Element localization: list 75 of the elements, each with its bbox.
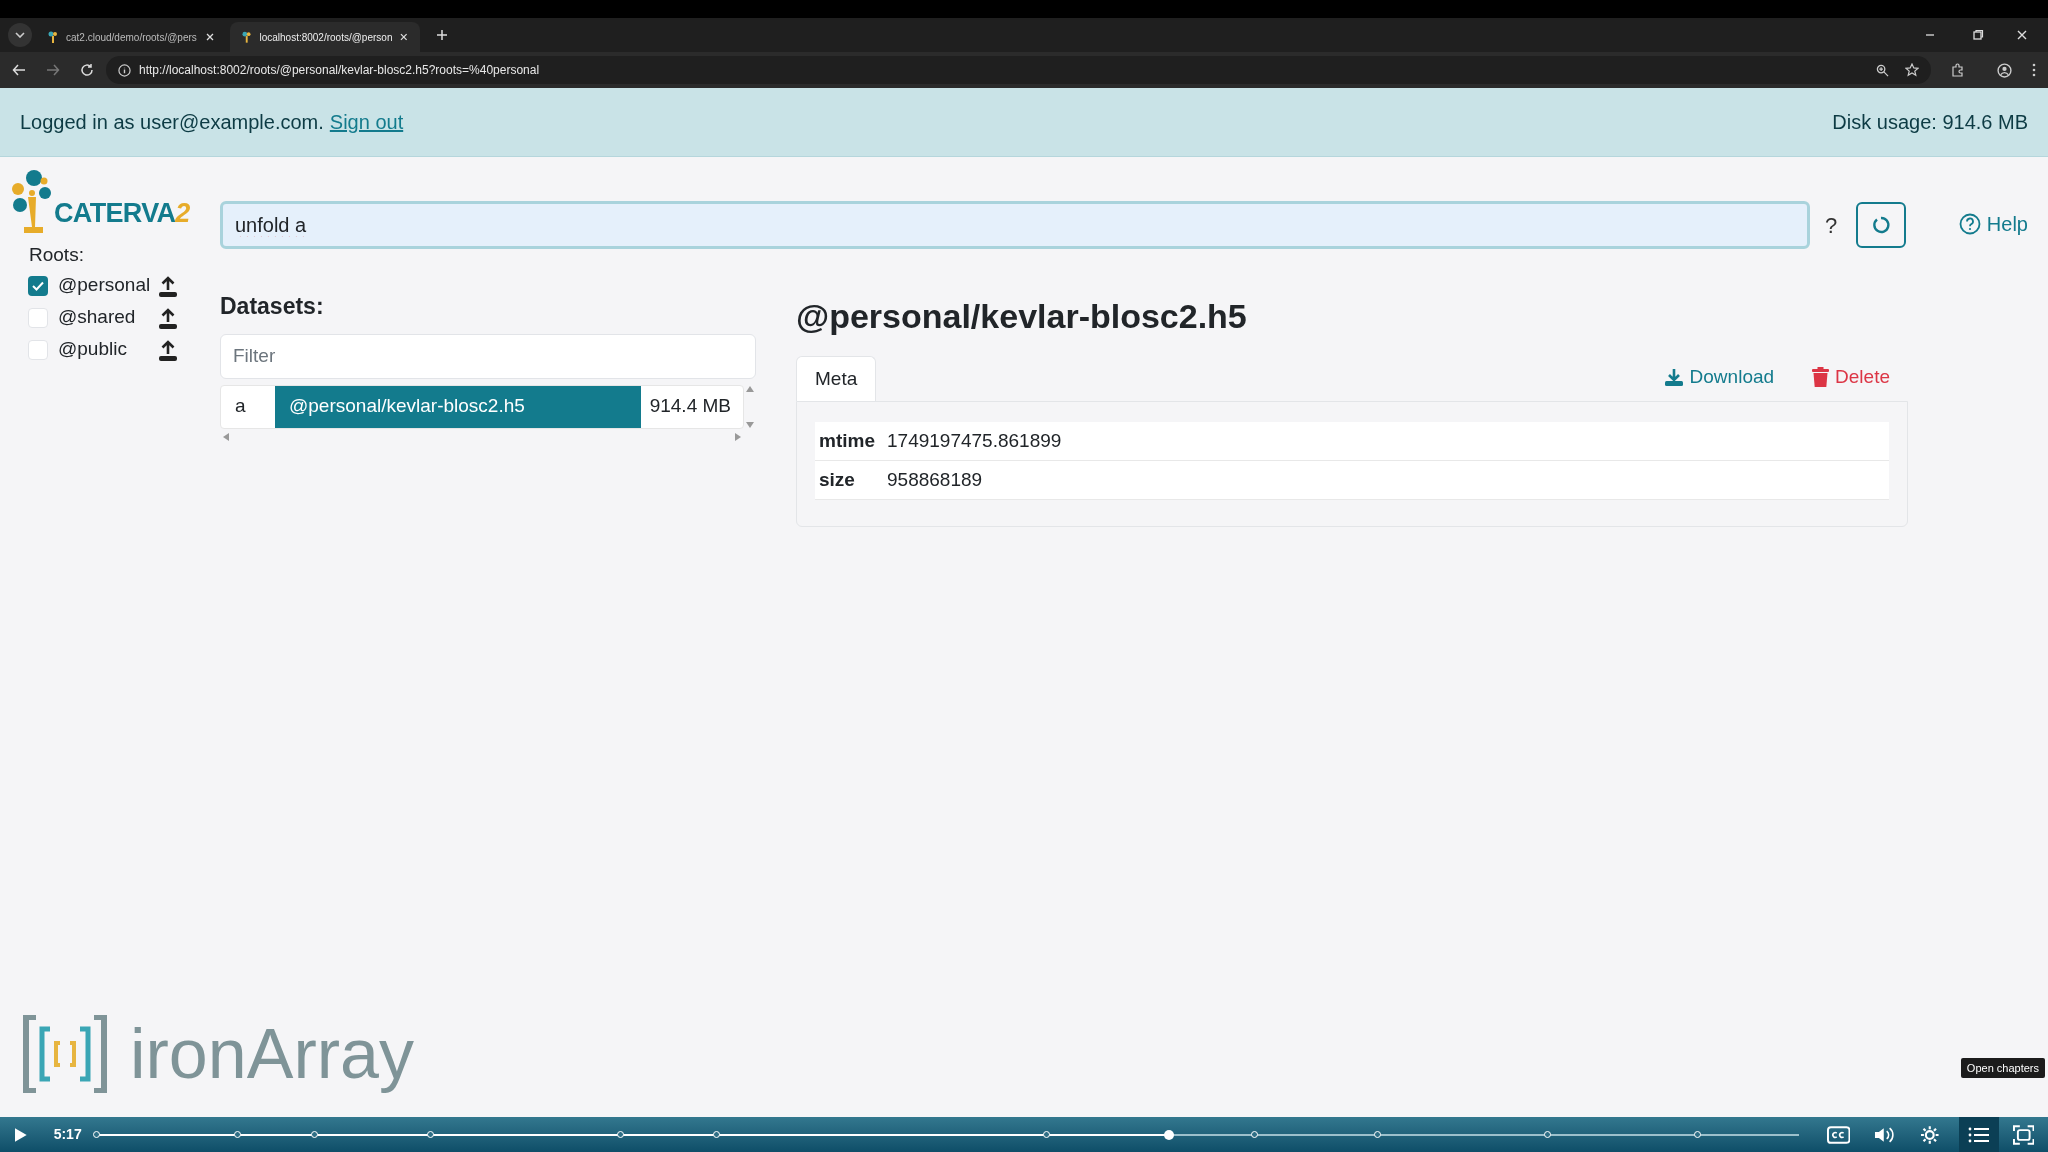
browser-tab[interactable]: cat2.cloud/demo/roots/@pers — [36, 22, 226, 52]
volume-icon[interactable] — [1874, 1125, 1896, 1144]
scroll-right-icon[interactable] — [734, 431, 742, 442]
tree-favicon-icon — [48, 31, 58, 43]
back-icon[interactable] — [12, 63, 26, 77]
restore-icon[interactable] — [1972, 29, 1984, 41]
scroll-down-icon[interactable] — [745, 420, 755, 429]
root-checkbox[interactable] — [28, 275, 48, 296]
chapters-button[interactable] — [1959, 1117, 1999, 1152]
help-link[interactable]: Help — [1958, 209, 2028, 239]
delete-button[interactable]: Delete — [1812, 362, 1890, 391]
root-name: @public — [58, 337, 128, 362]
close-icon[interactable] — [2016, 29, 2028, 41]
root-checkbox[interactable] — [28, 307, 48, 328]
tab-title: cat2.cloud/demo/roots/@pers — [66, 30, 198, 45]
address-bar[interactable]: http://localhost:8002/roots/@personal/kevlar-blosc2.h5?roots=%40personal — [106, 56, 1931, 84]
download-button[interactable]: Download — [1663, 362, 1775, 391]
download-icon — [1663, 366, 1684, 387]
address-text: http://localhost:8002/roots/@personal/kevlar-blosc2.h5?roots=%40personal — [139, 62, 540, 79]
settings-icon[interactable] — [1919, 1124, 1940, 1145]
video-time: 5:17 — [53, 1125, 82, 1144]
check-icon — [32, 280, 44, 291]
sign-out-link[interactable]: Sign out — [329, 107, 404, 137]
fullscreen-icon[interactable] — [2012, 1124, 2034, 1145]
chapters-tooltip: Open chapters — [1960, 1057, 2045, 1078]
puzzle-icon[interactable] — [1951, 63, 1965, 77]
tab-list-button[interactable] — [8, 23, 32, 47]
trash-icon — [1812, 366, 1830, 387]
new-tab-icon[interactable] — [436, 29, 448, 41]
table-cell-text: 914.4 MB — [648, 394, 732, 419]
close-tab-icon[interactable] — [400, 33, 408, 41]
datasets-heading: Datasets: — [220, 292, 324, 321]
root-checkbox[interactable] — [28, 339, 48, 360]
upload-icon[interactable] — [158, 274, 178, 297]
zoom-icon[interactable] — [1876, 63, 1889, 77]
query-help-button[interactable]: ? — [1812, 202, 1850, 248]
refresh-button[interactable] — [1856, 202, 1906, 248]
bracket-logo-icon — [22, 1015, 108, 1093]
meta-key: mtime — [815, 426, 885, 456]
root-name: @personal — [58, 273, 152, 298]
meta-value: 1749197475.861899 — [887, 428, 1062, 453]
help-icon — [1958, 213, 1981, 235]
menu-icon[interactable] — [2032, 63, 2036, 77]
list-icon — [1967, 1125, 1990, 1144]
dataset-path-cell[interactable]: @personal/kevlar-blosc2.h5 — [275, 385, 641, 428]
upload-icon[interactable] — [158, 338, 178, 361]
profile-icon[interactable] — [1997, 62, 2012, 78]
tree-favicon-icon — [242, 31, 252, 43]
progress-handle[interactable] — [1163, 1129, 1174, 1140]
tab-title: localhost:8002/roots/@person — [259, 30, 393, 45]
meta-value: 958868189 — [887, 467, 983, 492]
chevron-down-icon — [15, 32, 25, 38]
root-name: @shared — [58, 305, 137, 330]
forward-icon[interactable] — [46, 63, 60, 77]
browser-tab[interactable]: localhost:8002/roots/@person — [230, 22, 420, 52]
caterva-logo: CATERVA2 — [10, 169, 220, 235]
roots-label: Roots: — [29, 243, 84, 267]
scroll-up-icon[interactable] — [745, 384, 755, 393]
refresh-icon — [1871, 215, 1891, 235]
scroll-left-icon[interactable] — [222, 431, 230, 442]
meta-tab[interactable]: Meta — [796, 356, 877, 401]
captions-icon[interactable] — [1827, 1125, 1851, 1144]
login-text: Logged in as user@example.com. — [20, 110, 324, 135]
reload-icon[interactable] — [80, 63, 94, 77]
play-icon[interactable] — [14, 1126, 28, 1143]
meta-key: size — [815, 465, 885, 495]
info-icon — [118, 63, 131, 77]
upload-icon[interactable] — [158, 306, 178, 329]
star-icon[interactable] — [1905, 63, 1919, 77]
table-cell-text: a — [234, 394, 247, 419]
close-tab-icon[interactable] — [206, 33, 214, 41]
filter-field[interactable]: Filter — [220, 333, 756, 379]
search-field[interactable]: unfold a — [220, 201, 1810, 249]
dataset-title: @personal/kevlar-blosc2.h5 — [796, 296, 1247, 337]
disk-usage-text: Disk usage: 914.6 MB — [1832, 110, 2028, 135]
